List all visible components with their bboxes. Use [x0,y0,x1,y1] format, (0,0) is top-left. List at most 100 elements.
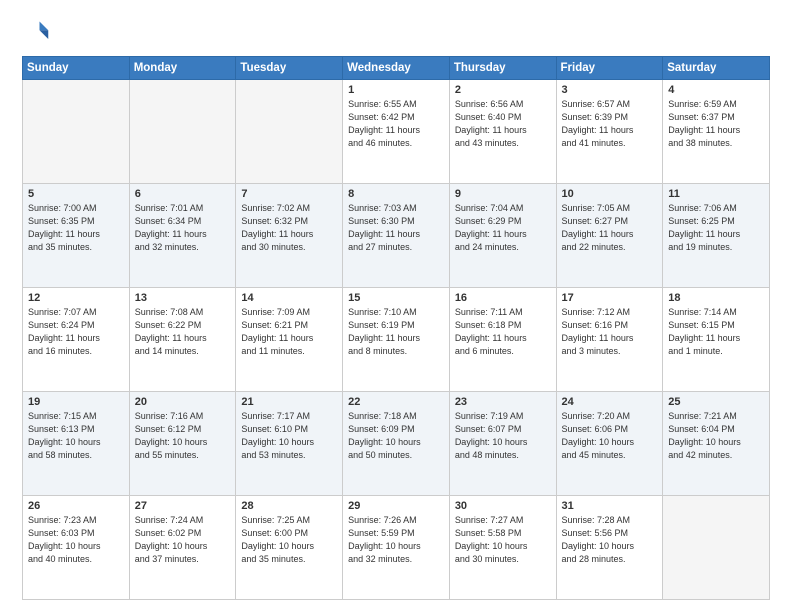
day-info: Sunrise: 6:59 AM Sunset: 6:37 PM Dayligh… [668,98,764,150]
day-info: Sunrise: 6:57 AM Sunset: 6:39 PM Dayligh… [562,98,658,150]
day-number: 9 [455,188,551,200]
logo-icon [22,18,50,46]
day-number: 11 [668,188,764,200]
calendar-cell: 2 Sunrise: 6:56 AM Sunset: 6:40 PM Daylig… [449,80,556,184]
day-info: Sunrise: 7:27 AM Sunset: 5:58 PM Dayligh… [455,514,551,566]
day-number: 4 [668,84,764,96]
day-info: Sunrise: 7:06 AM Sunset: 6:25 PM Dayligh… [668,202,764,254]
day-info: Sunrise: 7:25 AM Sunset: 6:00 PM Dayligh… [241,514,337,566]
day-number: 20 [135,396,231,408]
day-number: 18 [668,292,764,304]
day-number: 12 [28,292,124,304]
day-info: Sunrise: 7:00 AM Sunset: 6:35 PM Dayligh… [28,202,124,254]
calendar-cell: 19 Sunrise: 7:15 AM Sunset: 6:13 PM Dayli… [23,392,130,496]
calendar-cell: 8 Sunrise: 7:03 AM Sunset: 6:30 PM Daylig… [343,184,450,288]
day-header-saturday: Saturday [663,57,770,80]
day-header-tuesday: Tuesday [236,57,343,80]
calendar-cell: 14 Sunrise: 7:09 AM Sunset: 6:21 PM Dayli… [236,288,343,392]
day-info: Sunrise: 7:19 AM Sunset: 6:07 PM Dayligh… [455,410,551,462]
header [22,18,770,46]
calendar-cell [129,80,236,184]
day-number: 10 [562,188,658,200]
day-number: 3 [562,84,658,96]
day-number: 19 [28,396,124,408]
day-number: 6 [135,188,231,200]
day-number: 24 [562,396,658,408]
calendar-cell [236,80,343,184]
day-info: Sunrise: 6:55 AM Sunset: 6:42 PM Dayligh… [348,98,444,150]
day-number: 26 [28,500,124,512]
days-header-row: SundayMondayTuesdayWednesdayThursdayFrid… [23,57,770,80]
day-number: 2 [455,84,551,96]
day-info: Sunrise: 7:23 AM Sunset: 6:03 PM Dayligh… [28,514,124,566]
logo [22,18,54,46]
day-info: Sunrise: 7:24 AM Sunset: 6:02 PM Dayligh… [135,514,231,566]
day-number: 30 [455,500,551,512]
day-number: 28 [241,500,337,512]
day-info: Sunrise: 7:01 AM Sunset: 6:34 PM Dayligh… [135,202,231,254]
day-header-thursday: Thursday [449,57,556,80]
day-info: Sunrise: 7:18 AM Sunset: 6:09 PM Dayligh… [348,410,444,462]
calendar-cell: 18 Sunrise: 7:14 AM Sunset: 6:15 PM Dayli… [663,288,770,392]
calendar-cell: 26 Sunrise: 7:23 AM Sunset: 6:03 PM Dayli… [23,496,130,600]
day-info: Sunrise: 7:16 AM Sunset: 6:12 PM Dayligh… [135,410,231,462]
day-number: 22 [348,396,444,408]
week-row-1: 1 Sunrise: 6:55 AM Sunset: 6:42 PM Daylig… [23,80,770,184]
day-header-wednesday: Wednesday [343,57,450,80]
day-number: 15 [348,292,444,304]
calendar-cell: 31Sunrise: 7:28 AM Sunset: 5:56 PM Dayli… [556,496,663,600]
calendar-cell: 3 Sunrise: 6:57 AM Sunset: 6:39 PM Daylig… [556,80,663,184]
day-number: 5 [28,188,124,200]
day-info: Sunrise: 7:28 AM Sunset: 5:56 PM Dayligh… [562,514,658,566]
calendar-cell: 9Sunrise: 7:04 AM Sunset: 6:29 PM Daylig… [449,184,556,288]
day-info: Sunrise: 7:17 AM Sunset: 6:10 PM Dayligh… [241,410,337,462]
page: SundayMondayTuesdayWednesdayThursdayFrid… [0,0,792,612]
calendar-cell: 1 Sunrise: 6:55 AM Sunset: 6:42 PM Daylig… [343,80,450,184]
calendar-cell: 20 Sunrise: 7:16 AM Sunset: 6:12 PM Dayli… [129,392,236,496]
calendar-cell: 13 Sunrise: 7:08 AM Sunset: 6:22 PM Dayli… [129,288,236,392]
day-number: 21 [241,396,337,408]
day-info: Sunrise: 7:03 AM Sunset: 6:30 PM Dayligh… [348,202,444,254]
day-header-monday: Monday [129,57,236,80]
day-info: Sunrise: 7:15 AM Sunset: 6:13 PM Dayligh… [28,410,124,462]
calendar-cell: 15Sunrise: 7:10 AM Sunset: 6:19 PM Dayli… [343,288,450,392]
day-number: 16 [455,292,551,304]
day-info: Sunrise: 7:09 AM Sunset: 6:21 PM Dayligh… [241,306,337,358]
calendar-cell: 16Sunrise: 7:11 AM Sunset: 6:18 PM Dayli… [449,288,556,392]
day-number: 23 [455,396,551,408]
day-info: Sunrise: 7:20 AM Sunset: 6:06 PM Dayligh… [562,410,658,462]
day-info: Sunrise: 7:02 AM Sunset: 6:32 PM Dayligh… [241,202,337,254]
calendar-cell: 30 Sunrise: 7:27 AM Sunset: 5:58 PM Dayli… [449,496,556,600]
day-info: Sunrise: 7:26 AM Sunset: 5:59 PM Dayligh… [348,514,444,566]
calendar-cell: 24 Sunrise: 7:20 AM Sunset: 6:06 PM Dayli… [556,392,663,496]
day-info: Sunrise: 7:07 AM Sunset: 6:24 PM Dayligh… [28,306,124,358]
week-row-4: 19 Sunrise: 7:15 AM Sunset: 6:13 PM Dayli… [23,392,770,496]
day-info: Sunrise: 7:14 AM Sunset: 6:15 PM Dayligh… [668,306,764,358]
calendar-cell: 17Sunrise: 7:12 AM Sunset: 6:16 PM Dayli… [556,288,663,392]
week-row-3: 12 Sunrise: 7:07 AM Sunset: 6:24 PM Dayli… [23,288,770,392]
calendar-cell: 23 Sunrise: 7:19 AM Sunset: 6:07 PM Dayli… [449,392,556,496]
calendar-cell: 28 Sunrise: 7:25 AM Sunset: 6:00 PM Dayli… [236,496,343,600]
day-info: Sunrise: 7:12 AM Sunset: 6:16 PM Dayligh… [562,306,658,358]
calendar-cell [663,496,770,600]
calendar-cell: 29Sunrise: 7:26 AM Sunset: 5:59 PM Dayli… [343,496,450,600]
calendar-cell: 27Sunrise: 7:24 AM Sunset: 6:02 PM Dayli… [129,496,236,600]
day-number: 8 [348,188,444,200]
calendar-cell [23,80,130,184]
calendar-cell: 22 Sunrise: 7:18 AM Sunset: 6:09 PM Dayli… [343,392,450,496]
day-info: Sunrise: 7:21 AM Sunset: 6:04 PM Dayligh… [668,410,764,462]
week-row-5: 26 Sunrise: 7:23 AM Sunset: 6:03 PM Dayli… [23,496,770,600]
day-number: 14 [241,292,337,304]
day-header-friday: Friday [556,57,663,80]
calendar-cell: 10 Sunrise: 7:05 AM Sunset: 6:27 PM Dayli… [556,184,663,288]
calendar: SundayMondayTuesdayWednesdayThursdayFrid… [22,56,770,600]
calendar-cell: 12 Sunrise: 7:07 AM Sunset: 6:24 PM Dayli… [23,288,130,392]
day-info: Sunrise: 6:56 AM Sunset: 6:40 PM Dayligh… [455,98,551,150]
day-info: Sunrise: 7:08 AM Sunset: 6:22 PM Dayligh… [135,306,231,358]
day-number: 13 [135,292,231,304]
calendar-cell: 11 Sunrise: 7:06 AM Sunset: 6:25 PM Dayli… [663,184,770,288]
calendar-cell: 4 Sunrise: 6:59 AM Sunset: 6:37 PM Daylig… [663,80,770,184]
day-number: 1 [348,84,444,96]
day-info: Sunrise: 7:05 AM Sunset: 6:27 PM Dayligh… [562,202,658,254]
week-row-2: 5 Sunrise: 7:00 AM Sunset: 6:35 PM Daylig… [23,184,770,288]
